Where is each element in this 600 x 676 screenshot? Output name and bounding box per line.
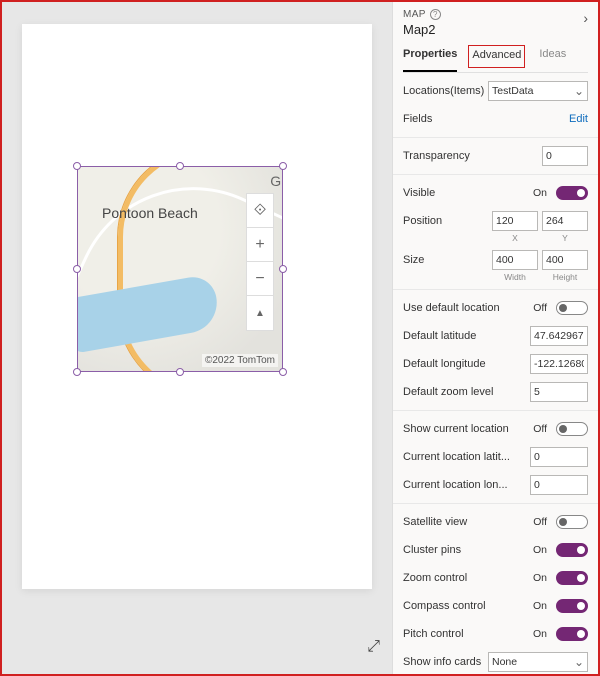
tab-advanced[interactable]: Advanced (472, 46, 521, 67)
size-w-input[interactable] (492, 250, 538, 270)
position-y-input[interactable] (542, 211, 588, 231)
position-x-input[interactable] (492, 211, 538, 231)
size-h-input[interactable] (542, 250, 588, 270)
satellite-toggle[interactable] (556, 515, 588, 529)
resize-handle[interactable] (279, 162, 287, 170)
fields-edit-link[interactable]: Edit (569, 113, 588, 125)
locations-label: Locations(Items) (403, 85, 488, 97)
default-latitude-input[interactable] (530, 326, 588, 346)
resize-handle[interactable] (73, 162, 81, 170)
zoom-ctrl-label: Zoom control (403, 572, 533, 584)
position-label: Position (403, 215, 492, 227)
artboard: Pontoon Beach Gle ity ⟐ + − ▲ ©2022 TomT… (22, 24, 372, 589)
canvas-area[interactable]: Pontoon Beach Gle ity ⟐ + − ▲ ©2022 TomT… (2, 2, 392, 674)
resize-handle[interactable] (73, 368, 81, 376)
transparency-input[interactable] (542, 146, 588, 166)
resize-handle[interactable] (73, 265, 81, 273)
compass-ctrl-toggle[interactable] (556, 599, 588, 613)
satellite-label: Satellite view (403, 516, 533, 528)
expand-icon[interactable]: ⤢ (367, 638, 380, 656)
control-type-label: MAP ? (403, 9, 588, 20)
pitch-ctrl-label: Pitch control (403, 628, 533, 640)
resize-handle[interactable] (279, 265, 287, 273)
use-default-location-label: Use default location (403, 302, 533, 314)
help-icon[interactable]: ? (430, 9, 441, 20)
map-ne-label: Gle (270, 173, 282, 189)
compass-icon[interactable]: ⟐ (247, 194, 273, 228)
fields-label: Fields (403, 113, 569, 125)
map-control[interactable]: Pontoon Beach Gle ity ⟐ + − ▲ ©2022 TomT… (77, 166, 283, 372)
default-zoom-label: Default zoom level (403, 386, 530, 398)
resize-handle[interactable] (279, 368, 287, 376)
info-cards-select[interactable]: None (488, 652, 588, 672)
control-name: Map2 (403, 22, 588, 37)
pitch-icon[interactable]: ▲ (247, 296, 273, 330)
map-viewport[interactable]: Pontoon Beach Gle ity ⟐ + − ▲ ©2022 TomT… (78, 167, 282, 371)
resize-handle[interactable] (176, 368, 184, 376)
size-label: Size (403, 254, 492, 266)
zoom-ctrl-toggle[interactable] (556, 571, 588, 585)
default-longitude-label: Default longitude (403, 358, 530, 370)
show-current-location-label: Show current location (403, 423, 533, 435)
visible-label: Visible (403, 187, 533, 199)
info-cards-label: Show info cards (403, 656, 488, 668)
show-current-location-toggle[interactable] (556, 422, 588, 436)
current-lon-input[interactable] (530, 475, 588, 495)
default-latitude-label: Default latitude (403, 330, 530, 342)
control-type-text: MAP (403, 9, 426, 20)
default-longitude-input[interactable] (530, 354, 588, 374)
map-attribution: ©2022 TomTom (202, 354, 278, 367)
map-controls-stack: ⟐ + − ▲ (246, 193, 274, 331)
tab-properties[interactable]: Properties (403, 45, 457, 72)
current-lon-label: Current location lon... (403, 479, 530, 491)
current-lat-label: Current location latit... (403, 451, 530, 463)
cluster-toggle[interactable] (556, 543, 588, 557)
default-zoom-input[interactable] (530, 382, 588, 402)
cluster-label: Cluster pins (403, 544, 533, 556)
resize-handle[interactable] (176, 162, 184, 170)
visible-toggle[interactable] (556, 186, 588, 200)
zoom-in-icon[interactable]: + (247, 228, 273, 262)
current-lat-input[interactable] (530, 447, 588, 467)
transparency-label: Transparency (403, 150, 542, 162)
pitch-ctrl-toggle[interactable] (556, 627, 588, 641)
locations-select[interactable]: TestData (488, 81, 588, 101)
map-town-label: Pontoon Beach (102, 205, 198, 221)
tab-ideas[interactable]: Ideas (539, 45, 566, 72)
collapse-panel-icon[interactable]: › (583, 10, 588, 26)
zoom-out-icon[interactable]: − (247, 262, 273, 296)
use-default-location-toggle[interactable] (556, 301, 588, 315)
properties-panel: MAP ? › Map2 Properties Advanced Ideas L… (392, 2, 598, 674)
compass-ctrl-label: Compass control (403, 600, 533, 612)
